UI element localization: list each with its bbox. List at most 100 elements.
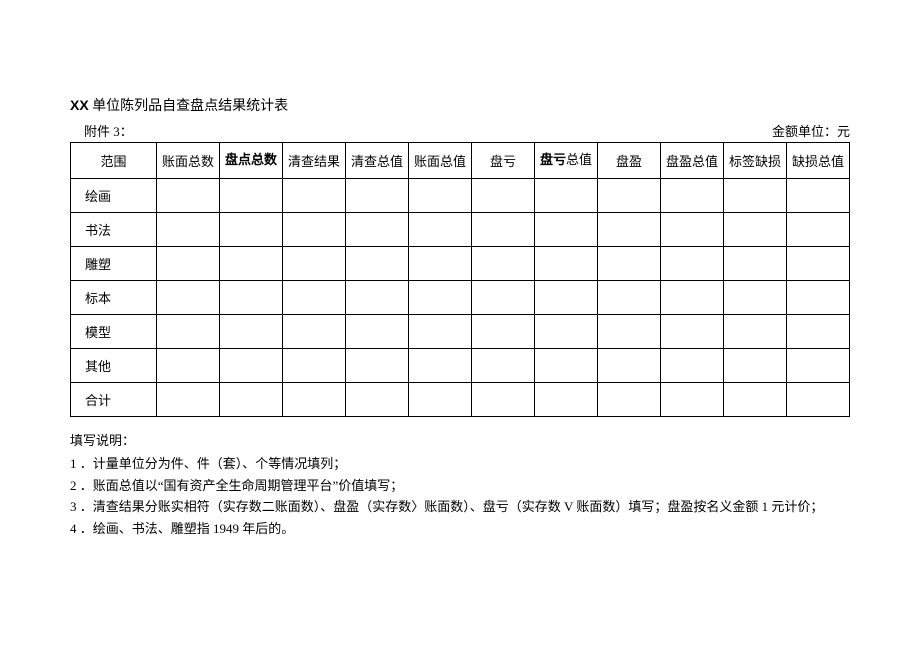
cell xyxy=(661,247,724,281)
note-item: 3 ．清查结果分账实相符（实存数二账面数）、盘盈（实存数〉账面数）、盘亏（实存数… xyxy=(70,497,850,518)
row-label: 标本 xyxy=(71,281,157,315)
subheader-row: 附件 3： 金额单位：元 xyxy=(70,121,850,140)
cell xyxy=(535,349,598,383)
col-check-result: 清查结果 xyxy=(283,143,346,179)
cell xyxy=(472,247,535,281)
col-gain-value: 盘盈总值 xyxy=(661,143,724,179)
cell xyxy=(787,213,850,247)
row-label: 模型 xyxy=(71,315,157,349)
table-row-total: 合计 xyxy=(71,383,850,417)
cell xyxy=(157,349,220,383)
row-label: 绘画 xyxy=(71,179,157,213)
cell xyxy=(724,179,787,213)
cell xyxy=(157,179,220,213)
cell xyxy=(472,281,535,315)
cell xyxy=(346,349,409,383)
cell xyxy=(220,179,283,213)
cell xyxy=(787,179,850,213)
col-check-value: 清查总值 xyxy=(346,143,409,179)
notes-title: 填写说明： xyxy=(70,431,850,452)
col-label-damage: 标签缺损 xyxy=(724,143,787,179)
cell xyxy=(661,179,724,213)
cell xyxy=(472,383,535,417)
table-row: 标本 xyxy=(71,281,850,315)
cell xyxy=(598,179,661,213)
cell xyxy=(283,213,346,247)
table-row: 其他 xyxy=(71,349,850,383)
col-book-value: 账面总值 xyxy=(409,143,472,179)
cell xyxy=(409,383,472,417)
cell xyxy=(157,247,220,281)
cell xyxy=(787,281,850,315)
cell xyxy=(409,315,472,349)
table-row: 模型 xyxy=(71,315,850,349)
col-loss-value: 盘亏总值 xyxy=(535,143,598,179)
cell xyxy=(598,247,661,281)
cell xyxy=(220,315,283,349)
cell xyxy=(220,383,283,417)
cell xyxy=(598,383,661,417)
cell xyxy=(724,383,787,417)
cell xyxy=(220,213,283,247)
table-row: 书法 xyxy=(71,213,850,247)
note-item: 4 ．绘画、书法、雕塑指 1949 年后的。 xyxy=(70,519,850,540)
cell xyxy=(283,281,346,315)
cell xyxy=(535,213,598,247)
cell xyxy=(535,281,598,315)
cell xyxy=(787,247,850,281)
cell xyxy=(724,315,787,349)
col-damage-value: 缺损总值 xyxy=(787,143,850,179)
cell xyxy=(598,349,661,383)
cell xyxy=(535,179,598,213)
cell xyxy=(346,213,409,247)
cell xyxy=(409,247,472,281)
cell xyxy=(787,349,850,383)
cell xyxy=(346,247,409,281)
cell xyxy=(598,213,661,247)
cell xyxy=(157,383,220,417)
cell xyxy=(787,383,850,417)
cell xyxy=(472,315,535,349)
cell xyxy=(472,213,535,247)
attachment-label: 附件 3： xyxy=(70,121,133,140)
row-label: 其他 xyxy=(71,349,157,383)
cell xyxy=(346,179,409,213)
col-loss-value-l1: 盘亏 xyxy=(540,152,566,167)
cell xyxy=(409,179,472,213)
cell xyxy=(409,349,472,383)
cell xyxy=(283,349,346,383)
row-label: 书法 xyxy=(71,213,157,247)
row-label: 合计 xyxy=(71,383,157,417)
cell xyxy=(157,281,220,315)
cell xyxy=(220,349,283,383)
cell xyxy=(787,315,850,349)
note-item: 2 ．账面总值以“国有资产全生命周期管理平台”价值填写； xyxy=(70,476,850,497)
cell xyxy=(535,247,598,281)
cell xyxy=(535,315,598,349)
inventory-table: 范围 账面总数 盘点总数 清查结果 清查总值 账面总值 盘亏 盘亏总值 盘盈 盘… xyxy=(70,142,850,417)
cell xyxy=(157,213,220,247)
table-row: 绘画 xyxy=(71,179,850,213)
notes-section: 填写说明： 1 ．计量单位分为件、件（套）、个等情况填列； 2 ．账面总值以“国… xyxy=(70,431,850,540)
cell xyxy=(283,247,346,281)
title-suffix: 单位陈列品自查盘点结果统计表 xyxy=(89,99,289,114)
col-book-count: 账面总数 xyxy=(157,143,220,179)
cell xyxy=(346,383,409,417)
amount-unit-label: 金额单位：元 xyxy=(772,121,850,140)
cell xyxy=(661,315,724,349)
cell xyxy=(346,315,409,349)
cell xyxy=(724,281,787,315)
cell xyxy=(661,281,724,315)
document-title: XX 单位陈列品自查盘点结果统计表 xyxy=(70,95,850,115)
cell xyxy=(409,281,472,315)
col-check-count-l2: 总数 xyxy=(251,152,277,167)
cell xyxy=(535,383,598,417)
cell xyxy=(472,349,535,383)
cell xyxy=(346,281,409,315)
note-item: 1 ．计量单位分为件、件（套）、个等情况填列； xyxy=(70,454,850,475)
col-check-count-l1: 盘点 xyxy=(225,152,251,167)
cell xyxy=(283,383,346,417)
cell xyxy=(724,247,787,281)
cell xyxy=(724,349,787,383)
cell xyxy=(661,213,724,247)
